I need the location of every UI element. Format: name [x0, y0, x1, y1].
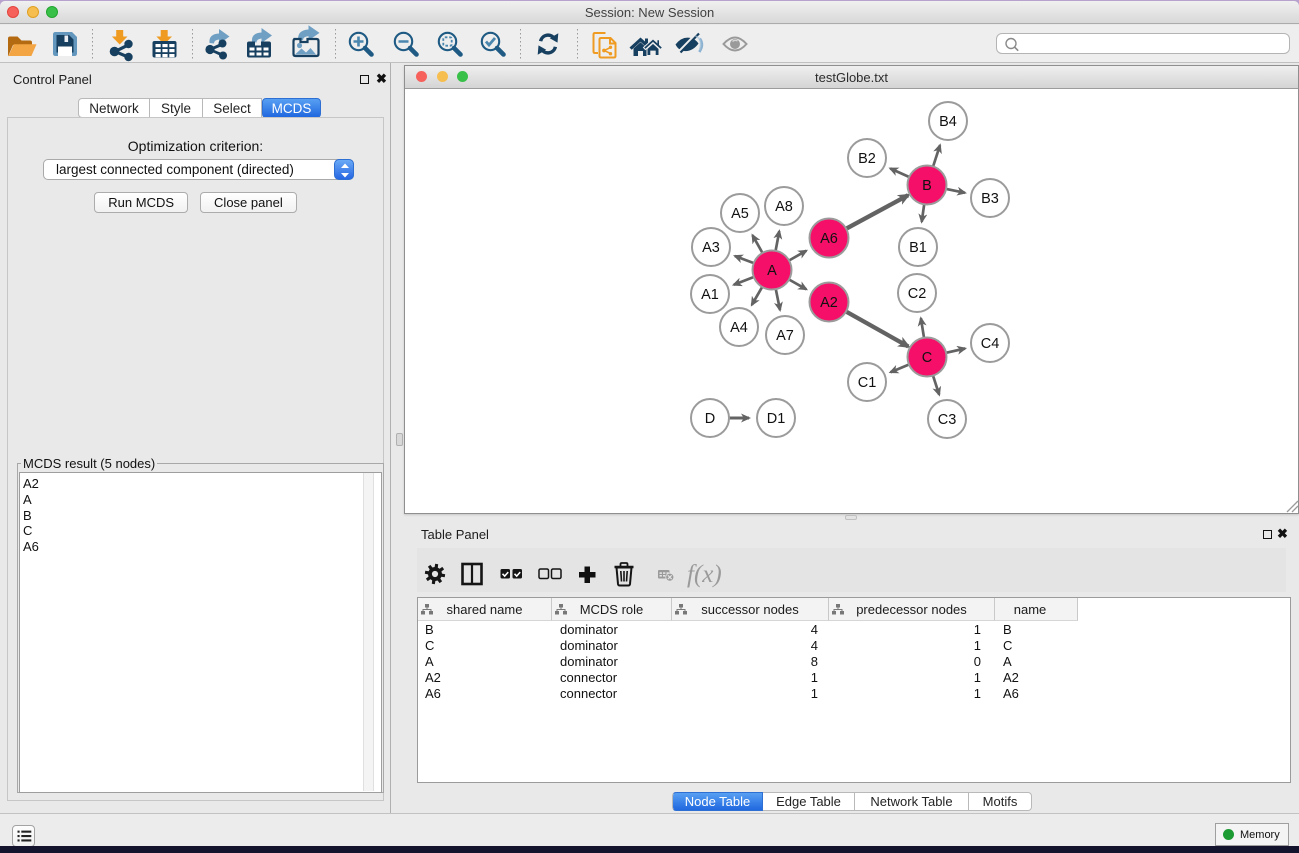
- svg-text:B: B: [922, 178, 932, 194]
- svg-text:C4: C4: [981, 336, 1000, 352]
- svg-text:A1: A1: [701, 287, 719, 303]
- svg-text:A2: A2: [820, 295, 838, 311]
- svg-text:C: C: [922, 350, 932, 366]
- svg-text:A8: A8: [775, 199, 793, 215]
- svg-text:A4: A4: [730, 320, 748, 336]
- svg-text:A6: A6: [820, 231, 838, 247]
- svg-text:D: D: [705, 411, 715, 427]
- svg-text:B1: B1: [909, 240, 927, 256]
- svg-text:A: A: [767, 263, 777, 279]
- svg-text:C3: C3: [938, 412, 957, 428]
- svg-text:C1: C1: [858, 375, 877, 391]
- svg-text:C2: C2: [908, 286, 927, 302]
- svg-text:f(x): f(x): [687, 561, 722, 588]
- svg-text:B2: B2: [858, 151, 876, 167]
- svg-text:B4: B4: [939, 114, 957, 130]
- svg-text:D1: D1: [767, 411, 786, 427]
- svg-text:B3: B3: [981, 191, 999, 207]
- svg-text:A7: A7: [776, 328, 794, 344]
- svg-text:A3: A3: [702, 240, 720, 256]
- svg-text:A5: A5: [731, 206, 749, 222]
